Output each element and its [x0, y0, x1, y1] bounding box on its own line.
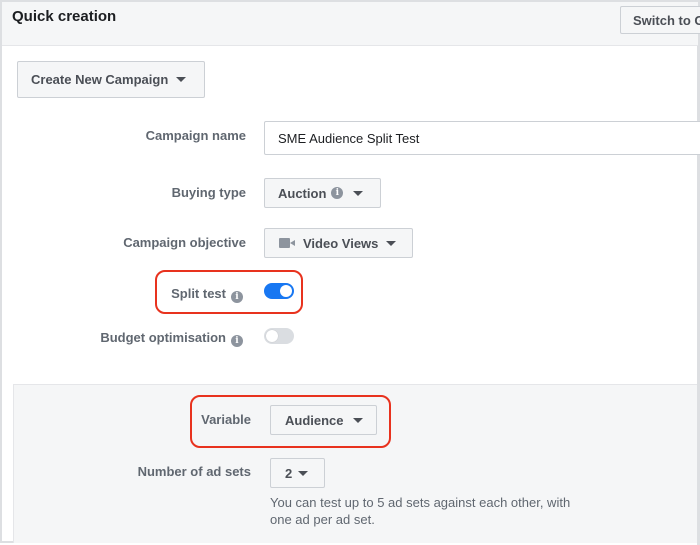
- number-of-ad-sets-label: Number of ad sets: [137, 464, 251, 479]
- budget-optimisation-label-text: Budget optimisation: [100, 330, 226, 345]
- variable-label: Variable: [201, 412, 251, 427]
- campaign-name-input[interactable]: SME Audience Split Test: [264, 121, 700, 155]
- variable-dropdown[interactable]: Audience: [270, 405, 377, 435]
- info-icon: i: [231, 291, 243, 303]
- toggle-knob: [280, 285, 292, 297]
- chevron-down-icon: [176, 77, 187, 82]
- budget-optimisation-label: Budget optimisation i: [100, 330, 243, 347]
- switch-to-guided-creation-button[interactable]: Switch to Guided Creation: [620, 6, 700, 34]
- campaign-objective-label: Campaign objective: [123, 235, 246, 250]
- chevron-down-icon: [298, 470, 309, 476]
- buying-type-dropdown[interactable]: Auction i: [264, 178, 381, 208]
- campaign-name-label: Campaign name: [145, 128, 246, 143]
- create-new-campaign-label: Create New Campaign: [31, 72, 169, 87]
- chevron-down-icon: [386, 240, 397, 246]
- split-test-label-text: Split test: [171, 286, 226, 301]
- buying-type-value: Auction: [278, 185, 327, 201]
- create-new-campaign-dropdown[interactable]: Create New Campaign: [17, 61, 205, 98]
- info-icon: i: [331, 187, 344, 199]
- toggle-knob: [266, 330, 278, 342]
- dialog-title: Quick creation: [12, 8, 117, 25]
- info-icon: i: [231, 335, 243, 347]
- split-test-label: Split test i: [171, 286, 243, 303]
- budget-optimisation-toggle[interactable]: [264, 328, 294, 344]
- chevron-down-icon: [352, 417, 363, 423]
- split-test-toggle[interactable]: [264, 283, 294, 299]
- number-of-ad-sets-value: 2: [285, 465, 293, 481]
- ad-sets-help-text: You can test up to 5 ad sets against eac…: [270, 495, 571, 527]
- campaign-objective-dropdown[interactable]: Video Views: [264, 228, 413, 258]
- video-camera-icon: [279, 238, 295, 248]
- variable-value: Audience: [285, 412, 344, 428]
- dialog-header: Quick creation: [2, 2, 698, 46]
- number-of-ad-sets-dropdown[interactable]: 2: [270, 458, 325, 488]
- buying-type-label: Buying type: [171, 185, 246, 200]
- chevron-down-icon: [353, 190, 364, 196]
- campaign-objective-value: Video Views: [303, 235, 379, 251]
